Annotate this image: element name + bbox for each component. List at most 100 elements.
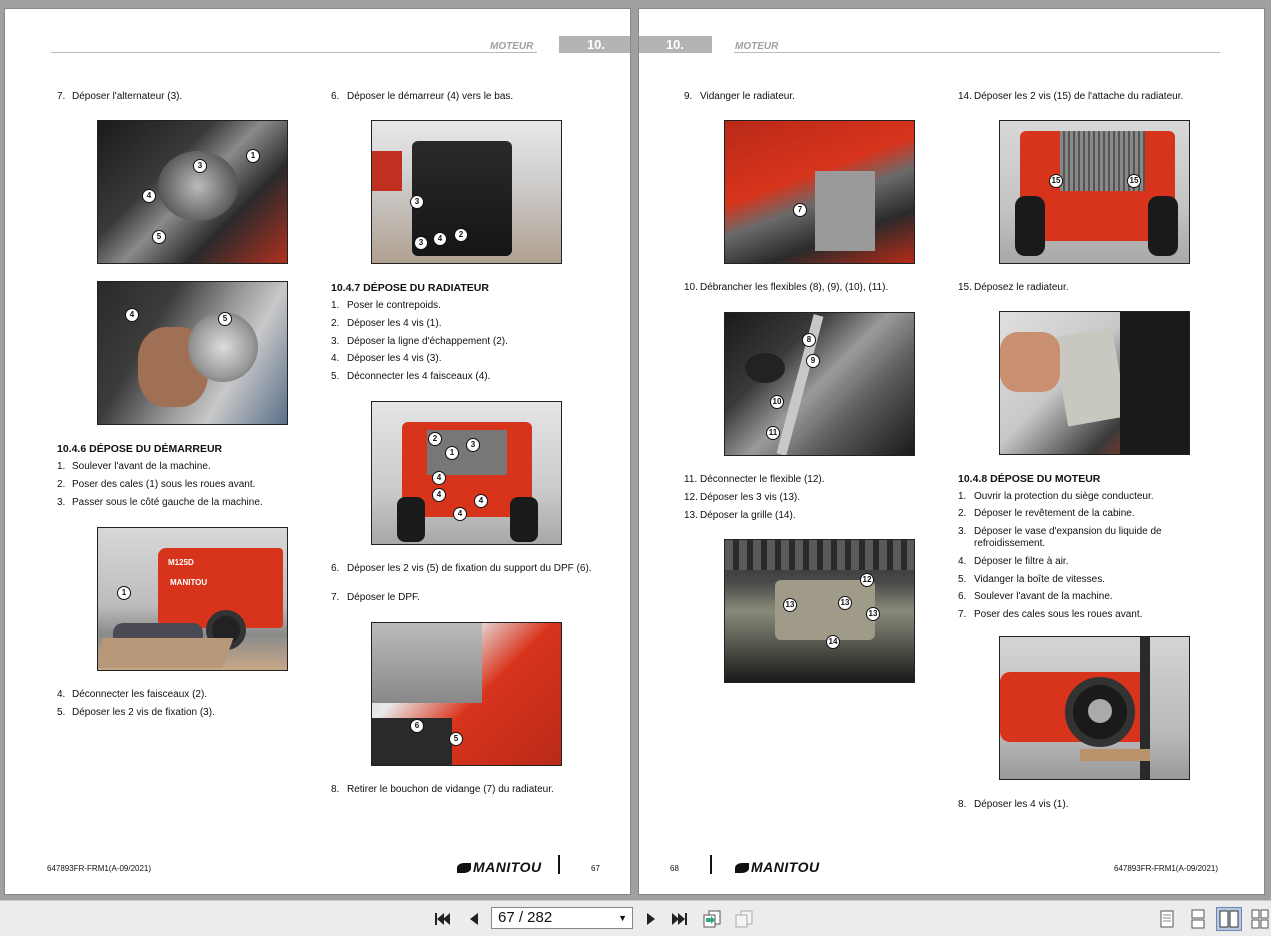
page-number-input[interactable]: 67 / 282 ▼ (491, 907, 633, 929)
first-page-button[interactable] (432, 909, 452, 929)
dpf-photo: 6 5 (371, 622, 562, 766)
next-page-button[interactable] (641, 909, 661, 929)
footer-separator (558, 855, 560, 874)
grille-photo: 12 13 13 13 14 (724, 539, 915, 683)
header-rule (734, 52, 1220, 53)
step-text: Déposer les 4 vis (1). (347, 318, 442, 329)
manitou-logo-icon (457, 863, 471, 873)
callout: 4 (453, 507, 467, 521)
step-text: Soulever l'avant de la machine. (72, 461, 211, 472)
chapter-badge: 10. (559, 36, 630, 53)
step-text: Déposer le revêtement de la cabine. (974, 508, 1135, 519)
step-text: Débrancher les flexibles (8), (9), (10),… (700, 282, 889, 293)
callout: 15 (1127, 174, 1141, 188)
logo-text: MANITOU (751, 859, 820, 875)
callout: 14 (826, 635, 840, 649)
chevron-down-icon: ▼ (618, 913, 627, 923)
two-page-continuous-view-button[interactable] (1249, 907, 1271, 931)
last-page-icon (672, 913, 687, 925)
step-text: Déposer le DPF. (347, 592, 420, 603)
next-page-icon (647, 913, 655, 925)
callout: 13 (783, 598, 797, 612)
step-text: Déposer l'alternateur (3). (72, 91, 183, 102)
step-text: Déposer les 2 vis (15) de l'attache du r… (974, 91, 1184, 102)
callout: 9 (806, 354, 820, 368)
step-text: Déposez le radiateur. (974, 282, 1069, 293)
alternator-photo: 1 3 4 5 (97, 120, 288, 264)
step-text: Déposer les 4 vis (1). (974, 799, 1069, 810)
callout: 4 (432, 471, 446, 485)
two-page-view-button[interactable] (1216, 907, 1242, 931)
section-title: MOTEUR (490, 41, 534, 52)
callout: 12 (860, 573, 874, 587)
footer-separator (710, 855, 712, 874)
manitou-logo-icon (735, 863, 749, 873)
callout: 1 (246, 149, 260, 163)
callout: 13 (866, 607, 880, 621)
step-text: Poser le contrepoids. (347, 300, 441, 311)
manitou-logo: MANITOU (735, 859, 820, 875)
step-text: Déconnecter les faisceaux (2). (72, 689, 208, 700)
callout: 13 (838, 596, 852, 610)
two-page-continuous-icon (1251, 909, 1269, 929)
chapter-badge: 10. (639, 36, 712, 53)
step-text: Vidanger la boîte de vitesses. (974, 574, 1106, 585)
step-text: Déconnecter le flexible (12). (700, 474, 825, 485)
callout: 4 (125, 308, 139, 322)
step-text: Déposer le filtre à air. (974, 556, 1069, 567)
step-text: Déposer les 2 vis de fixation (3). (72, 707, 215, 718)
callout: 5 (152, 230, 166, 244)
callout: 3 (410, 195, 424, 209)
previous-page-button[interactable] (464, 909, 484, 929)
previous-page-icon (470, 913, 478, 925)
engine-forklift-photo (999, 636, 1190, 780)
next-view-icon (735, 910, 753, 928)
viewer-toolbar: 67 / 282 ▼ (0, 900, 1271, 936)
radiator-removal-photo (999, 311, 1190, 455)
section-title: MOTEUR (735, 41, 779, 52)
continuous-view-button[interactable] (1185, 907, 1211, 931)
section-heading: 10.4.6 DÉPOSE DU DÉMARREUR (57, 443, 223, 455)
step-text: Vidanger le radiateur. (700, 91, 795, 102)
radiator-rear-photo: 2 3 1 4 4 4 4 (371, 401, 562, 545)
section-heading: 10.4.8 DÉPOSE DU MOTEUR (958, 473, 1101, 485)
forklift-model-label: M125D (168, 558, 194, 567)
callout: 3 (414, 236, 428, 250)
callout: 8 (802, 333, 816, 347)
previous-view-button[interactable] (702, 909, 722, 929)
previous-view-icon (703, 910, 721, 928)
page-display-text: 67 / 282 (498, 909, 553, 926)
callout: 2 (428, 432, 442, 446)
callout: 3 (193, 159, 207, 173)
callout: 11 (766, 426, 780, 440)
step-text: Déposer le démarreur (4) vers le bas. (347, 91, 514, 102)
step-text: Déposer la grille (14). (700, 510, 796, 521)
step-text: Passer sous le côté gauche de la machine… (72, 497, 263, 508)
step-text: Déposer les 2 vis (5) de fixation du sup… (347, 563, 592, 574)
alternator-hand-photo: 4 5 (97, 281, 288, 425)
document-code: 647893FR-FRM1(A-09/2021) (1114, 864, 1219, 873)
step-text: Déposer les 3 vis (13). (700, 492, 801, 503)
callout: 2 (454, 228, 468, 242)
callout: 1 (445, 446, 459, 460)
starter-photo: 3 3 4 2 (371, 120, 562, 264)
callout: 4 (433, 232, 447, 246)
pdf-page-68: 10. MOTEUR 9. Vidanger le radiateur. 7 1… (638, 8, 1265, 895)
callout: 6 (410, 719, 424, 733)
two-page-icon (1219, 910, 1239, 928)
next-view-button[interactable] (734, 909, 754, 929)
step-text: Déposer la ligne d'échappement (2). (347, 336, 508, 347)
last-page-button[interactable] (670, 909, 690, 929)
radiator-attach-photo: 15 15 (999, 120, 1190, 264)
step-text: Déposer les 4 vis (3). (347, 353, 442, 364)
pdf-page-67: MOTEUR 10. 7. Déposer l'alternateur (3).… (4, 8, 631, 895)
callout: 4 (432, 488, 446, 502)
step-text: Soulever l'avant de la machine. (974, 591, 1113, 602)
callout: 5 (218, 312, 232, 326)
document-code: 647893FR-FRM1(A-09/2021) (47, 864, 152, 873)
forklift-brand-label: MANITOU (170, 578, 208, 587)
step-text: Déconnecter les 4 faisceaux (4). (347, 371, 491, 382)
single-page-view-button[interactable] (1154, 907, 1180, 931)
callout: 15 (1049, 174, 1063, 188)
page-number: 67 (591, 864, 600, 873)
